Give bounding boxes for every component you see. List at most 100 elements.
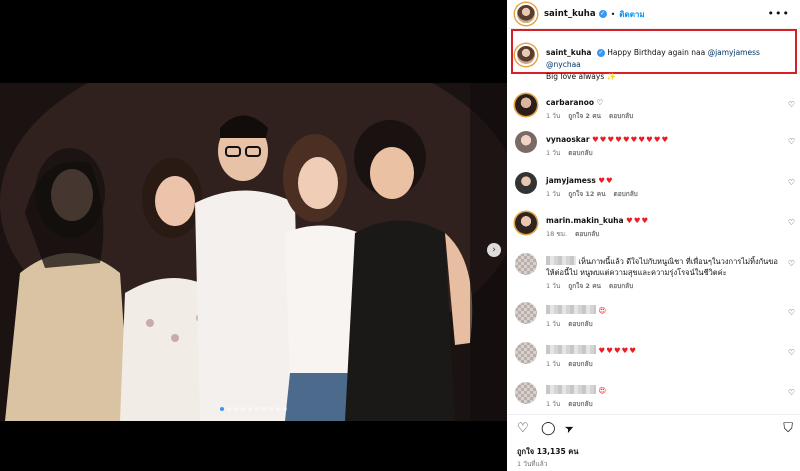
comment-emoji: 😍 [598,306,608,315]
comment-line: jamyjamess ♥♥ [546,175,781,186]
share-icon[interactable]: ➤ [562,420,577,438]
comment-meta: 18 ชม. ตอบกลับ [546,229,607,239]
carousel-dot [269,407,273,411]
blurred-username [546,256,576,265]
comment-time: 1 วัน [546,400,561,408]
post-media-panel: › [0,0,507,471]
post-header: saint_kuha ✓ • ติดตาม ••• [507,0,800,28]
carousel-next-button[interactable]: › [487,243,501,257]
comment-emoji: ♥♥♥♥♥ [598,346,638,355]
comment-line: เห็นภาพนี้แล้ว ดีใจไปกับหนูณิชา ที่เพื่อ… [546,256,781,278]
commenter-username[interactable]: jamyjamess [546,176,596,185]
likes-count[interactable]: ถูกใจ 13,135 คน [517,446,578,458]
reply-button[interactable]: ตอบกลับ [575,230,599,238]
comment-emoji: ♡ [596,98,604,107]
comment-time: 1 วัน [546,320,561,328]
comment-time: 1 วัน [546,360,561,368]
comment-meta: 1 วัน ถูกใจ 12 คน ตอบกลับ [546,189,646,199]
comment-meta: 1 วัน ตอบกลับ [546,399,601,409]
comment-meta: 1 วัน ตอบกลับ [546,319,601,329]
commenter-avatar[interactable] [515,94,537,116]
blurred-username [546,385,596,394]
comment-line: 😍 [546,385,781,396]
actions-divider [507,414,800,415]
commenter-avatar[interactable] [515,131,537,153]
reply-button[interactable]: ตอบกลับ [568,320,592,328]
comment-like-icon[interactable]: ♡ [788,178,795,187]
reply-button[interactable]: ตอบกลับ [568,360,592,368]
comment-line: marin.makin_kuha ♥♥♥ [546,215,781,226]
reply-button[interactable]: ตอบกลับ [609,282,633,290]
comment-meta: 1 วัน ถูกใจ 2 คน ตอบกลับ [546,281,641,291]
more-options-icon[interactable]: ••• [768,7,790,20]
comment-time: 18 ชม. [546,230,568,238]
carousel-dot [220,407,224,411]
reply-button[interactable]: ตอบกลับ [568,149,592,157]
comment-time: 1 วัน [546,112,561,120]
comment-like-icon[interactable]: ♡ [788,388,795,397]
author-avatar[interactable] [515,3,537,25]
post-details-panel: saint_kuha ✓ • ติดตาม ••• saint_kuha ✓ H… [507,0,800,471]
comment-emoji: ♥♥♥♥♥♥♥♥♥♥ [591,135,670,144]
header-separator: • [610,9,616,19]
group-photo-illustration [0,83,507,421]
comment-icon[interactable]: ◯ [541,421,556,437]
post-actions-bar: ♡ ◯ ➤ ⛉ [517,421,793,437]
carousel-dot [234,407,238,411]
comment-likes[interactable]: ถูกใจ 12 คน [568,190,605,198]
caption-mention-1[interactable]: @jamyjamess [708,48,760,57]
comment-like-icon[interactable]: ♡ [788,218,795,227]
commenter-username[interactable]: marin.makin_kuha [546,216,624,225]
author-username[interactable]: saint_kuha [544,9,596,19]
blurred-username [546,305,596,314]
comment-like-icon[interactable]: ♡ [788,137,795,146]
comment-time: 1 วัน [546,149,561,157]
commenter-avatar[interactable] [515,212,537,234]
comment-likes[interactable]: ถูกใจ 2 คน [568,282,601,290]
comment-line: carbaranoo ♡ [546,97,781,108]
comment-line: ♥♥♥♥♥ [546,345,781,356]
commenter-avatar[interactable] [515,382,537,404]
carousel-dot [227,407,231,411]
comment-like-icon[interactable]: ♡ [788,259,795,268]
caption-sparkle-emoji: ✨ [606,72,616,81]
commenter-username[interactable]: vynaoskar [546,135,590,144]
caption-username[interactable]: saint_kuha [546,48,592,57]
save-bookmark-icon[interactable]: ⛉ [783,421,793,437]
carousel-dot [241,407,245,411]
comment-emoji: 😍 [598,386,608,395]
comment-like-icon[interactable]: ♡ [788,348,795,357]
post-photo [0,83,507,421]
comment-text: เห็นภาพนี้แล้ว ดีใจไปกับหนูณิชา ที่เพื่อ… [546,257,778,277]
commenter-avatar[interactable] [515,172,537,194]
comment-meta: 1 วัน ตอบกลับ [546,359,601,369]
caption-author-avatar[interactable] [515,44,537,66]
comment-line: vynaoskar ♥♥♥♥♥♥♥♥♥♥ [546,134,781,145]
comment-line: 😍 [546,305,781,316]
commenter-avatar[interactable] [515,253,537,275]
comment-like-icon[interactable]: ♡ [788,100,795,109]
reply-button[interactable]: ตอบกลับ [568,400,592,408]
reply-button[interactable]: ตอบกลับ [609,112,633,120]
caption-line-2: Big love always [546,72,605,81]
carousel-indicator [0,407,507,411]
blurred-username [546,345,596,354]
commenter-avatar[interactable] [515,302,537,324]
commenter-avatar[interactable] [515,342,537,364]
follow-button[interactable]: ติดตาม [619,8,644,21]
reply-button[interactable]: ตอบกลับ [614,190,638,198]
comment-emoji: ♥♥ [598,176,614,185]
post-timestamp: 1 วันที่แล้ว [517,460,548,468]
caption-text: saint_kuha ✓ Happy Birthday again naa @j… [546,47,796,83]
comment-like-icon[interactable]: ♡ [788,308,795,317]
caption-verified-badge-icon: ✓ [596,49,605,57]
caption-mention-2[interactable]: @nychaa [546,60,581,69]
commenter-username[interactable]: carbaranoo [546,98,594,107]
like-icon[interactable]: ♡ [517,421,529,437]
comment-time: 1 วัน [546,282,561,290]
caption-body: Happy Birthday again naa [607,48,706,57]
comment-likes[interactable]: ถูกใจ 2 คน [568,112,601,120]
carousel-dot [248,407,252,411]
comment-meta: 1 วัน ตอบกลับ [546,148,601,158]
carousel-dot [276,407,280,411]
